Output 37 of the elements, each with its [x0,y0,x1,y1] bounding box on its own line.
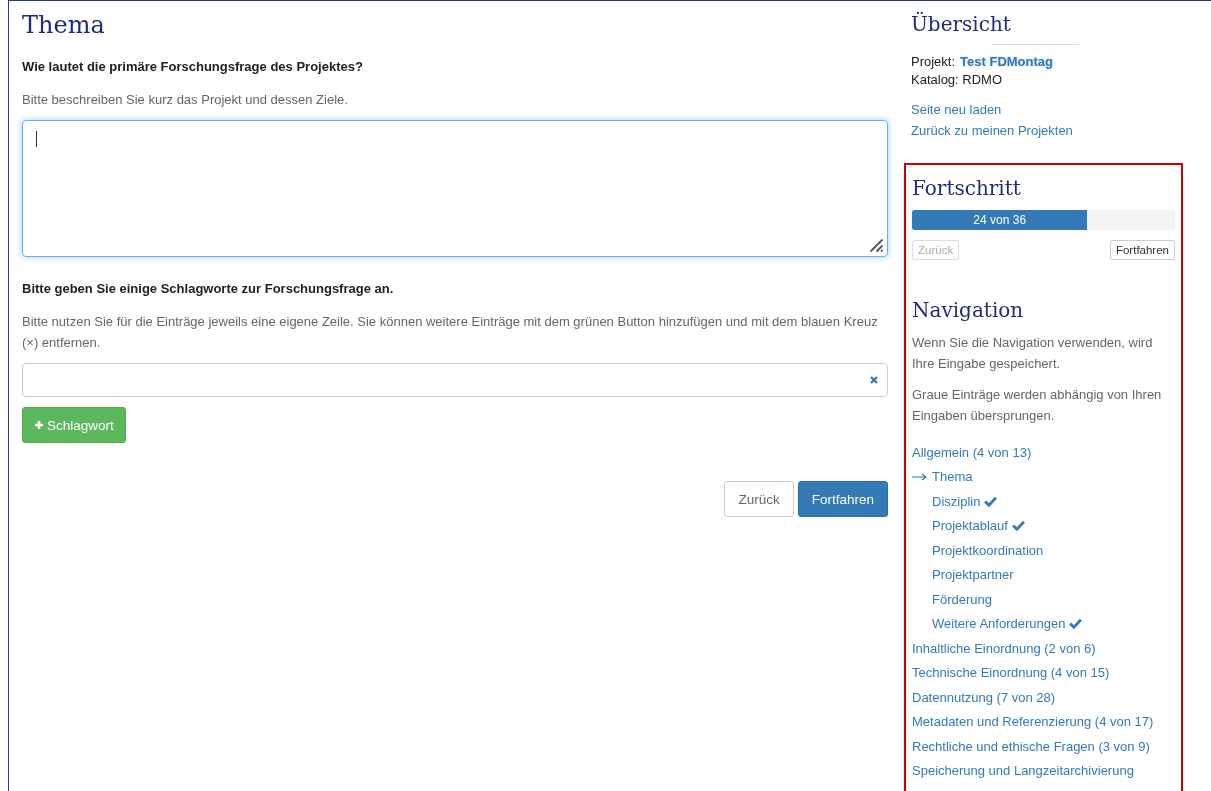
navigation-item[interactable]: Rechtliche und ethische Fragen (3 von 9) [912,738,1150,754]
page-title: Thema [22,11,106,39]
help-text: Bitte nutzen Sie für die Einträge jeweils eine eigene Zeile. Sie können weitere Einträge mit dem grünen Button hinzufügen und mit dem blauen Kreuz (×) entfernen. [22,313,879,352]
sidebar-link[interactable]: Zurück zu meinen Projekten [911,120,1183,141]
back-button[interactable]: Zurück [724,481,794,517]
plus-icon [34,420,44,430]
navigation-item[interactable]: Inhaltliche Einordnung (2 von 6) [912,640,1096,656]
project-label: Projekt: [911,53,956,71]
continue-button[interactable]: Fortfahren [797,481,888,517]
navigation-item[interactable]: Allgemein (4 von 13) [912,444,1032,460]
navigation-item[interactable]: Projektkoordination [932,542,1044,558]
navigation-item[interactable]: Förderung [932,591,992,607]
question-label: Wie lautet die primäre Forschungsfrage des Projektes? [22,59,364,74]
progress-title: Fortschritt [912,176,1022,200]
project-link[interactable]: Test FDMontag [960,53,1053,71]
overview-title: Übersicht [911,12,1012,36]
sidebar-link[interactable]: Seite neu laden [911,99,1183,120]
navigation-item[interactable]: Projektpartner [932,567,1014,583]
navigation-item[interactable]: Technische Einordnung (4 von 15) [912,665,1110,681]
navigation-item[interactable]: Speicherung und Langzeitarchivierung [912,763,1134,779]
navigation-note: Graue Einträge werden abhängig von Ihren Eingaben übersprungen. [912,386,1163,425]
progress-reading: 24 von 36 [973,213,1027,227]
catalog-text: Katalog: RDMO [911,71,1004,89]
navigation-item[interactable]: Weitere Anforderungen [932,616,1066,632]
navigation-item[interactable]: Thema [932,469,973,485]
question-label: Bitte geben Sie einige Schlagworte zur Forschungsfrage an. [22,281,395,296]
navigation-title: Navigation [912,298,1025,322]
navigation-item[interactable]: Metadaten und Referenzierung (4 von 17) [912,714,1154,730]
navigation-item[interactable]: Disziplin [932,493,981,509]
remove-icon[interactable] [869,375,879,385]
keyword-input-field[interactable] [22,363,888,397]
navigation-item[interactable]: Datennutzung (7 von 28) [912,689,1056,705]
navigation-item[interactable]: Projektablauf [932,518,1008,534]
continue-button[interactable]: Fortfahren [1109,240,1175,260]
help-text: Bitte beschreiben Sie kurz das Projekt und dessen Ziele. [22,91,349,109]
navigation-note: Wenn Sie die Navigation verwenden, wird Ihre Eingabe gespeichert. [912,334,1154,373]
add-keyword-button[interactable]: Schlagwort [22,407,126,443]
